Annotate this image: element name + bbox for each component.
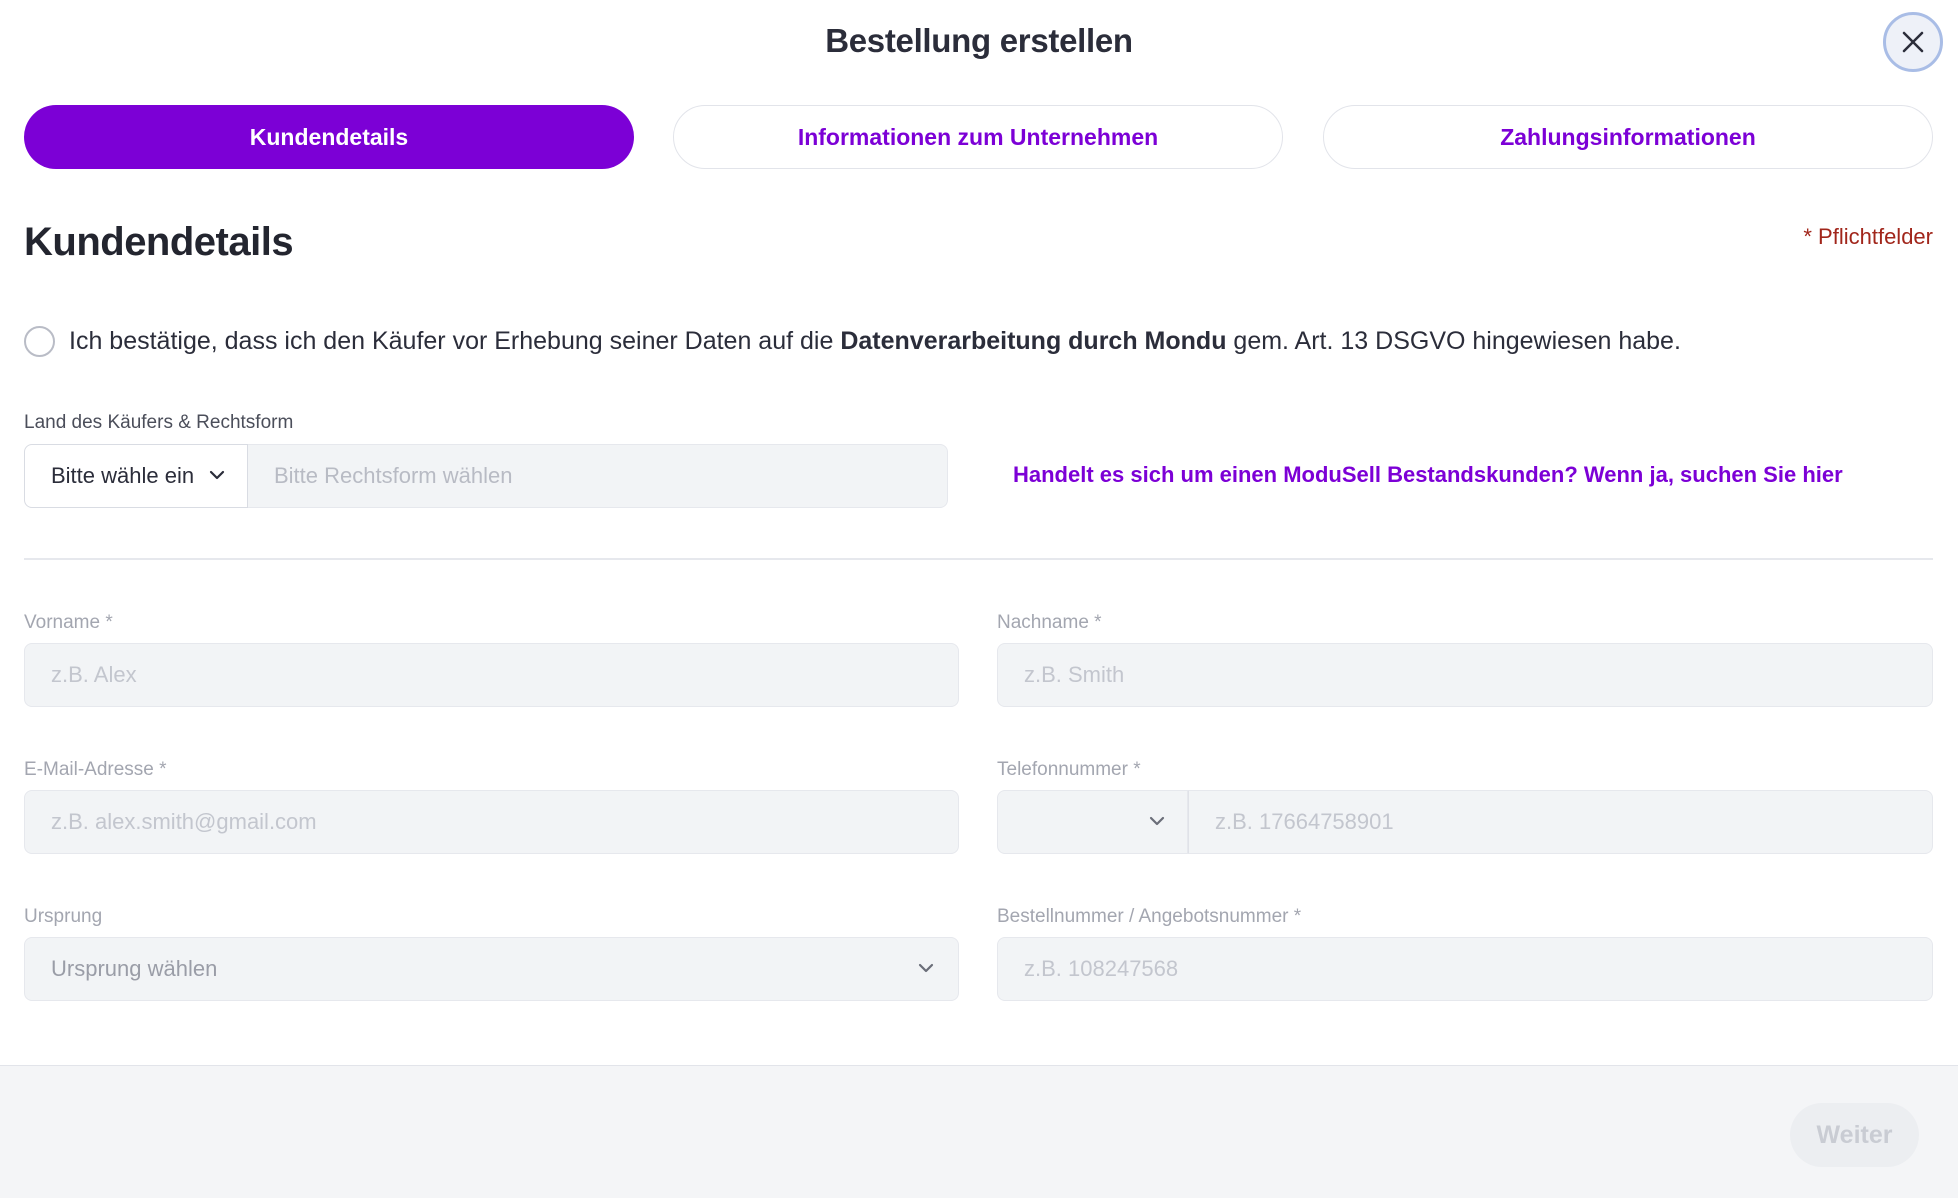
phone-country-code-select[interactable] bbox=[997, 790, 1188, 854]
legal-form-input[interactable]: Bitte Rechtsform wählen bbox=[248, 444, 948, 508]
phone-placeholder: z.B. 17664758901 bbox=[1215, 809, 1394, 834]
country-select[interactable]: Bitte wähle ein bbox=[24, 444, 248, 508]
order-number-placeholder: z.B. 108247568 bbox=[1024, 956, 1179, 981]
last-name-placeholder: z.B. Smith bbox=[1024, 662, 1125, 687]
order-number-label: Bestellnummer / Angebotsnummer * bbox=[997, 906, 1302, 927]
modal-footer bbox=[0, 1065, 1958, 1198]
next-button[interactable]: Weiter bbox=[1790, 1103, 1919, 1167]
first-name-input[interactable]: z.B. Alex bbox=[24, 643, 959, 707]
stepper: Kundendetails Informationen zum Unterneh… bbox=[24, 105, 1933, 169]
divider bbox=[24, 558, 1933, 560]
consent-text-bold: Datenverarbeitung durch Mondu bbox=[840, 327, 1227, 355]
consent-text-before: Ich bestätige, dass ich den Käufer vor E… bbox=[69, 327, 841, 355]
last-name-label: Nachname * bbox=[997, 612, 1102, 633]
first-name-placeholder: z.B. Alex bbox=[51, 662, 137, 687]
chevron-down-icon bbox=[918, 963, 934, 973]
first-name-label: Vorname * bbox=[24, 612, 113, 633]
phone-label: Telefonnummer * bbox=[997, 759, 1141, 780]
tab-company-info[interactable]: Informationen zum Unternehmen bbox=[673, 105, 1283, 169]
email-placeholder: z.B. alex.smith@gmail.com bbox=[51, 809, 317, 834]
close-icon bbox=[1902, 31, 1924, 53]
close-button[interactable] bbox=[1883, 12, 1943, 72]
chevron-down-icon bbox=[1149, 816, 1165, 826]
consent-text: Ich bestätige, dass ich den Käufer vor E… bbox=[69, 327, 1681, 356]
consent-text-after: gem. Art. 13 DSGVO hingewiesen habe. bbox=[1226, 327, 1681, 355]
required-fields-note: * Pflichtfelder bbox=[1803, 224, 1933, 249]
order-number-input[interactable]: z.B. 108247568 bbox=[997, 937, 1933, 1001]
existing-customer-search-link[interactable]: Handelt es sich um einen ModuSell Bestan… bbox=[1013, 462, 1843, 488]
tab-payment-info[interactable]: Zahlungsinformationen bbox=[1323, 105, 1933, 169]
last-name-input[interactable]: z.B. Smith bbox=[997, 643, 1933, 707]
chevron-down-icon bbox=[209, 470, 225, 480]
modal-title: Bestellung erstellen bbox=[825, 22, 1133, 59]
consent-radio[interactable] bbox=[24, 326, 55, 357]
email-input[interactable]: z.B. alex.smith@gmail.com bbox=[24, 790, 959, 854]
legal-form-placeholder: Bitte Rechtsform wählen bbox=[274, 463, 513, 488]
country-legal-label: Land des Käufers & Rechtsform bbox=[24, 412, 294, 433]
tab-kundendetails[interactable]: Kundendetails bbox=[24, 105, 634, 169]
origin-label: Ursprung bbox=[24, 906, 103, 927]
origin-placeholder: Ursprung wählen bbox=[51, 956, 218, 981]
country-select-value: Bitte wähle ein bbox=[51, 463, 195, 488]
section-title: Kundendetails bbox=[24, 220, 294, 264]
consent-row: Ich bestätige, dass ich den Käufer vor E… bbox=[24, 326, 1681, 357]
phone-number-input[interactable]: z.B. 17664758901 bbox=[1188, 790, 1933, 854]
email-label: E-Mail-Adresse * bbox=[24, 759, 167, 780]
origin-select[interactable]: Ursprung wählen bbox=[24, 937, 959, 1001]
